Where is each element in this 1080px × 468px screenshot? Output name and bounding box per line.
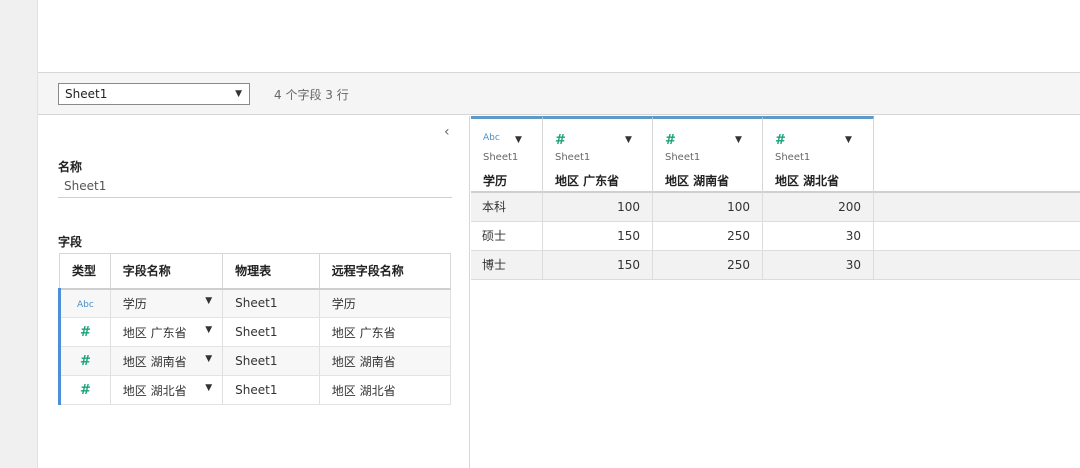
number-type-icon: # (79, 353, 91, 369)
grid-cell[interactable]: 150 (543, 222, 653, 250)
toolbar: Sheet1 ▼ 4 个字段 3 行 (38, 73, 1080, 115)
grid-row: 本科 100 100 200 (471, 193, 1080, 222)
column-name: 地区 湖北省 (775, 174, 840, 188)
collapse-panel-button[interactable]: ‹ (444, 124, 450, 140)
grid-column-header[interactable]: # ▼ Sheet1 地区 湖北省 (763, 116, 874, 193)
field-name: 地区 湖南省 (122, 354, 187, 369)
column-header-remote-field-name[interactable]: 远程字段名称 (319, 253, 452, 290)
column-source: Sheet1 (775, 152, 811, 163)
chevron-down-icon[interactable]: ▼ (205, 383, 212, 393)
remote-field-name-cell: 地区 湖南省 (319, 346, 452, 376)
physical-table-cell: Sheet1 (222, 317, 320, 347)
sheet-select-dropdown[interactable]: Sheet1 ▼ (58, 83, 250, 105)
field-name: 地区 湖北省 (122, 383, 187, 398)
number-type-icon[interactable]: # (665, 133, 676, 148)
chevron-down-icon[interactable]: ▼ (625, 135, 632, 145)
column-header-type[interactable]: 类型 (59, 253, 111, 290)
physical-table-cell: Sheet1 (222, 346, 320, 376)
grid-column-header[interactable]: # ▼ Sheet1 地区 湖南省 (653, 116, 763, 193)
column-source: Sheet1 (555, 152, 591, 163)
abc-type-icon[interactable]: Abc (483, 133, 500, 143)
chevron-down-icon[interactable]: ▼ (515, 135, 522, 145)
name-field[interactable]: Sheet1 (58, 176, 452, 198)
grid-cell[interactable]: 博士 (471, 251, 543, 279)
type-cell[interactable]: # (58, 317, 111, 347)
table-row: # 地区 广东省 ▼ Sheet1 地区 广东省 (58, 317, 452, 347)
field-name-cell[interactable]: 地区 湖南省 ▼ (110, 346, 224, 376)
metadata-panel: ‹ 名称 Sheet1 字段 类型 字段名称 物理表 远程字段名称 Abc 学历… (38, 116, 470, 468)
table-row: Abc 学历 ▼ Sheet1 学历 (58, 288, 452, 318)
type-cell[interactable]: # (58, 346, 111, 376)
chevron-down-icon[interactable]: ▼ (735, 135, 742, 145)
column-name: 学历 (483, 174, 508, 188)
table-row: # 地区 湖南省 ▼ Sheet1 地区 湖南省 (58, 346, 452, 376)
field-name-cell[interactable]: 学历 ▼ (110, 288, 224, 318)
fields-heading: 字段 (58, 235, 83, 249)
grid-cell[interactable]: 本科 (471, 193, 543, 221)
data-grid-header: Abc ▼ Sheet1 学历 # ▼ Sheet1 地区 广东省 # ▼ Sh… (471, 116, 1080, 193)
column-source: Sheet1 (665, 152, 701, 163)
physical-table-cell: Sheet1 (222, 375, 320, 405)
number-type-icon: # (79, 324, 91, 340)
fields-table-header: 类型 字段名称 物理表 远程字段名称 (59, 253, 452, 290)
grid-cell[interactable]: 250 (653, 222, 763, 250)
column-header-field-name[interactable]: 字段名称 (110, 253, 224, 290)
field-name: 地区 广东省 (122, 325, 187, 340)
name-heading: 名称 (58, 160, 83, 174)
remote-field-name-cell: 地区 广东省 (319, 317, 452, 347)
grid-cell[interactable]: 100 (653, 193, 763, 221)
top-canvas-area (38, 0, 1080, 73)
data-grid: Abc ▼ Sheet1 学历 # ▼ Sheet1 地区 广东省 # ▼ Sh… (471, 116, 1080, 468)
fields-table: 类型 字段名称 物理表 远程字段名称 Abc 学历 ▼ Sheet1 学历 # 地… (58, 253, 452, 405)
remote-field-name-cell: 学历 (319, 288, 452, 318)
grid-cell[interactable]: 硕士 (471, 222, 543, 250)
physical-table-cell: Sheet1 (222, 288, 320, 318)
grid-cell[interactable]: 200 (763, 193, 874, 221)
grid-cell[interactable]: 30 (763, 222, 874, 250)
grid-row: 硕士 150 250 30 (471, 222, 1080, 251)
grid-column-header[interactable]: Abc ▼ Sheet1 学历 (471, 116, 543, 193)
field-count-label: 4 个字段 3 行 (274, 88, 349, 102)
column-name: 地区 湖南省 (665, 174, 730, 188)
chevron-down-icon[interactable]: ▼ (845, 135, 852, 145)
grid-cell[interactable]: 30 (763, 251, 874, 279)
number-type-icon[interactable]: # (775, 133, 786, 148)
grid-cell[interactable]: 100 (543, 193, 653, 221)
chevron-down-icon[interactable]: ▼ (205, 296, 212, 306)
column-name: 地区 广东省 (555, 174, 620, 188)
chevron-down-icon[interactable]: ▼ (205, 325, 212, 335)
grid-column-header[interactable]: # ▼ Sheet1 地区 广东省 (543, 116, 653, 193)
left-sidebar-strip (0, 0, 38, 468)
field-name-cell[interactable]: 地区 湖北省 ▼ (110, 375, 224, 405)
grid-cell[interactable]: 250 (653, 251, 763, 279)
type-cell[interactable]: Abc (58, 288, 111, 318)
number-type-icon[interactable]: # (555, 133, 566, 148)
table-row: # 地区 湖北省 ▼ Sheet1 地区 湖北省 (58, 375, 452, 405)
column-header-physical-table[interactable]: 物理表 (222, 253, 320, 290)
field-name-cell[interactable]: 地区 广东省 ▼ (110, 317, 224, 347)
chevron-down-icon[interactable]: ▼ (205, 354, 212, 364)
column-source: Sheet1 (483, 152, 519, 163)
type-cell[interactable]: # (58, 375, 111, 405)
remote-field-name-cell: 地区 湖北省 (319, 375, 452, 405)
grid-cell[interactable]: 150 (543, 251, 653, 279)
chevron-down-icon: ▼ (235, 89, 242, 99)
number-type-icon: # (79, 382, 91, 398)
sheet-select-value: Sheet1 (65, 87, 108, 101)
grid-row: 博士 150 250 30 (471, 251, 1080, 280)
field-name: 学历 (122, 296, 147, 311)
abc-type-icon: Abc (76, 300, 94, 311)
